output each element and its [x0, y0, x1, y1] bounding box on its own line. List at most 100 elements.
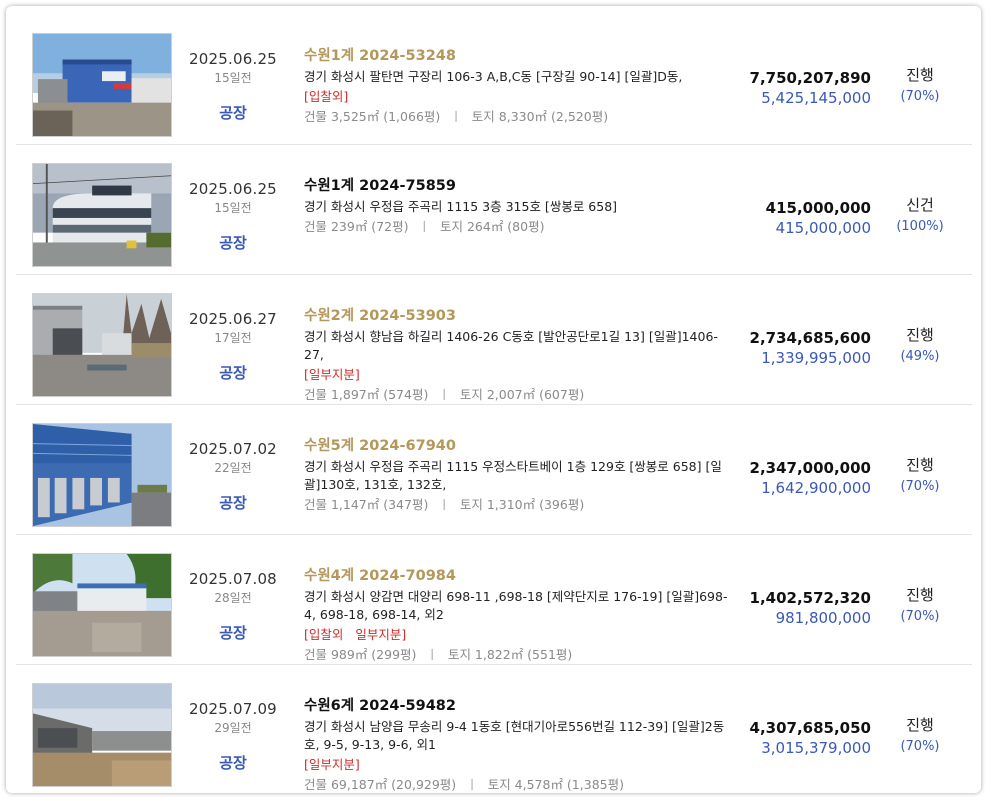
land-area: 토지 4,578㎡ (1,385평)	[487, 777, 624, 792]
area-separator: ㅣ	[418, 219, 430, 234]
address: 경기 화성시 우정읍 주곡리 1115 3층 315호 [쌍봉로 658]	[304, 199, 618, 214]
address: 경기 화성시 향남읍 하길리 1406-26 C동호 [발안공단로1길 13] …	[304, 329, 718, 362]
status-label: 진행	[906, 66, 934, 84]
property-thumbnail[interactable]	[32, 293, 172, 397]
date-column: 2025.07.08 28일전 공장	[181, 570, 285, 643]
category-link[interactable]: 공장	[181, 622, 285, 643]
price-column: 1,402,572,320 981,800,000	[731, 588, 871, 628]
date-column: 2025.06.25 15일전 공장	[181, 50, 285, 123]
status-column: 진행 (70%)	[882, 585, 958, 627]
days-left: 17일전	[214, 331, 252, 345]
area-info: 건물 239㎡ (72평) ㅣ 토지 264㎡ (80평)	[304, 217, 736, 236]
price-column: 4,307,685,050 3,015,379,000	[731, 718, 871, 758]
address: 경기 화성시 남양읍 무송리 9-4 1동호 [현대기아로556번길 112-3…	[304, 719, 725, 752]
area-info: 건물 989㎡ (299평) ㅣ 토지 1,822㎡ (551평)	[304, 645, 736, 664]
property-thumbnail[interactable]	[32, 553, 172, 657]
property-thumbnail[interactable]	[32, 683, 172, 787]
case-number-link[interactable]: 수원4계 2024-70984	[304, 564, 736, 585]
category-link[interactable]: 공장	[181, 232, 285, 253]
listing-row[interactable]: 2025.06.27 17일전 공장 수원2계 2024-53903 경기 화성…	[16, 274, 972, 405]
days-left: 15일전	[214, 201, 252, 215]
tag: [일부지분]	[304, 367, 360, 382]
case-number-link[interactable]: 수원1계 2024-75859	[304, 174, 736, 195]
case-number-link[interactable]: 수원6계 2024-59482	[304, 694, 736, 715]
status-label: 진행	[906, 586, 934, 604]
building-area: 건물 1,147㎡ (347평)	[304, 497, 429, 512]
tag: [일부지분]	[304, 757, 360, 772]
auction-date: 2025.06.27	[189, 310, 277, 328]
special-tags: [일부지분]	[304, 365, 736, 384]
land-area: 토지 1,310㎡ (396평)	[459, 497, 585, 512]
property-thumbnail[interactable]	[32, 163, 172, 267]
minimum-price: 1,642,900,000	[761, 479, 871, 497]
appraised-price: 2,347,000,000	[749, 459, 871, 477]
appraised-price: 2,734,685,600	[749, 329, 871, 347]
appraised-price: 7,750,207,890	[749, 69, 871, 87]
minimum-price: 415,000,000	[775, 219, 871, 237]
address: 경기 화성시 우정읍 주곡리 1115 우정스타트베이 1층 129호 [쌍봉로…	[304, 459, 722, 492]
area-separator: ㅣ	[450, 109, 462, 124]
status-column: 진행 (49%)	[882, 325, 958, 367]
case-number-link[interactable]: 수원1계 2024-53248	[304, 44, 736, 65]
price-percent: (70%)	[900, 739, 940, 754]
category-link[interactable]: 공장	[181, 492, 285, 513]
price-column: 2,347,000,000 1,642,900,000	[731, 458, 871, 498]
status-column: 진행 (70%)	[882, 455, 958, 497]
appraised-price: 4,307,685,050	[749, 719, 871, 737]
case-number-link[interactable]: 수원5계 2024-67940	[304, 434, 736, 455]
building-area: 건물 989㎡ (299평)	[304, 647, 417, 662]
auction-date: 2025.07.08	[189, 570, 277, 588]
special-tags: [입찰외]	[304, 87, 736, 106]
listing-row[interactable]: 2025.06.25 15일전 공장 수원1계 2024-53248 경기 화성…	[16, 14, 972, 145]
category-link[interactable]: 공장	[181, 752, 285, 773]
listing-row[interactable]: 2025.07.08 28일전 공장 수원4계 2024-70984 경기 화성…	[16, 534, 972, 665]
status-column: 신건 (100%)	[882, 195, 958, 237]
auction-date: 2025.06.25	[189, 180, 277, 198]
area-info: 건물 3,525㎡ (1,066평) ㅣ 토지 8,330㎡ (2,520평)	[304, 107, 736, 126]
listing-info: 수원5계 2024-67940 경기 화성시 우정읍 주곡리 1115 우정스타…	[304, 434, 736, 514]
case-number-link[interactable]: 수원2계 2024-53903	[304, 304, 736, 325]
land-area: 토지 2,007㎡ (607평)	[459, 387, 585, 402]
listing-info: 수원2계 2024-53903 경기 화성시 향남읍 하길리 1406-26 C…	[304, 304, 736, 404]
property-thumbnail[interactable]	[32, 33, 172, 137]
status-label: 진행	[906, 716, 934, 734]
listing-row[interactable]: 2025.07.09 29일전 공장 수원6계 2024-59482 경기 화성…	[16, 664, 972, 793]
listing-row[interactable]: 2025.06.25 15일전 공장 수원1계 2024-75859 경기 화성…	[16, 144, 972, 275]
date-column: 2025.06.27 17일전 공장	[181, 310, 285, 383]
auction-list-panel: 2025.06.25 15일전 공장 수원1계 2024-53248 경기 화성…	[6, 6, 981, 793]
land-area: 토지 1,822㎡ (551평)	[447, 647, 573, 662]
building-area: 건물 3,525㎡ (1,066평)	[304, 109, 441, 124]
days-left: 29일전	[214, 721, 252, 735]
price-column: 7,750,207,890 5,425,145,000	[731, 68, 871, 108]
listing-info: 수원1계 2024-53248 경기 화성시 팔탄면 구장리 106-3 A,B…	[304, 44, 736, 126]
listing-row[interactable]: 2025.07.02 22일전 공장 수원5계 2024-67940 경기 화성…	[16, 404, 972, 535]
price-percent: (70%)	[900, 609, 940, 624]
special-tags: [입찰외 일부지분]	[304, 625, 736, 644]
area-separator: ㅣ	[426, 647, 438, 662]
auction-date: 2025.07.09	[189, 700, 277, 718]
price-percent: (49%)	[900, 349, 940, 364]
appraised-price: 415,000,000	[765, 199, 871, 217]
building-area: 건물 1,897㎡ (574평)	[304, 387, 429, 402]
minimum-price: 5,425,145,000	[761, 89, 871, 107]
listing-info: 수원4계 2024-70984 경기 화성시 양감면 대양리 698-11 ,6…	[304, 564, 736, 664]
date-column: 2025.06.25 15일전 공장	[181, 180, 285, 253]
listing-info: 수원1계 2024-75859 경기 화성시 우정읍 주곡리 1115 3층 3…	[304, 174, 736, 236]
status-label: 진행	[906, 456, 934, 474]
days-left: 15일전	[214, 71, 252, 85]
date-column: 2025.07.02 22일전 공장	[181, 440, 285, 513]
tag: [입찰외]	[304, 89, 349, 104]
price-percent: (100%)	[896, 219, 944, 234]
tag: [입찰외	[304, 627, 344, 642]
area-separator: ㅣ	[438, 497, 450, 512]
category-link[interactable]: 공장	[181, 362, 285, 383]
special-tags: [일부지분]	[304, 755, 736, 774]
tag: 일부지분]	[355, 627, 407, 642]
building-area: 건물 69,187㎡ (20,929평)	[304, 777, 457, 792]
category-link[interactable]: 공장	[181, 102, 285, 123]
minimum-price: 981,800,000	[775, 609, 871, 627]
area-separator: ㅣ	[466, 777, 478, 792]
property-thumbnail[interactable]	[32, 423, 172, 527]
auction-date: 2025.06.25	[189, 50, 277, 68]
land-area: 토지 264㎡ (80평)	[439, 219, 545, 234]
